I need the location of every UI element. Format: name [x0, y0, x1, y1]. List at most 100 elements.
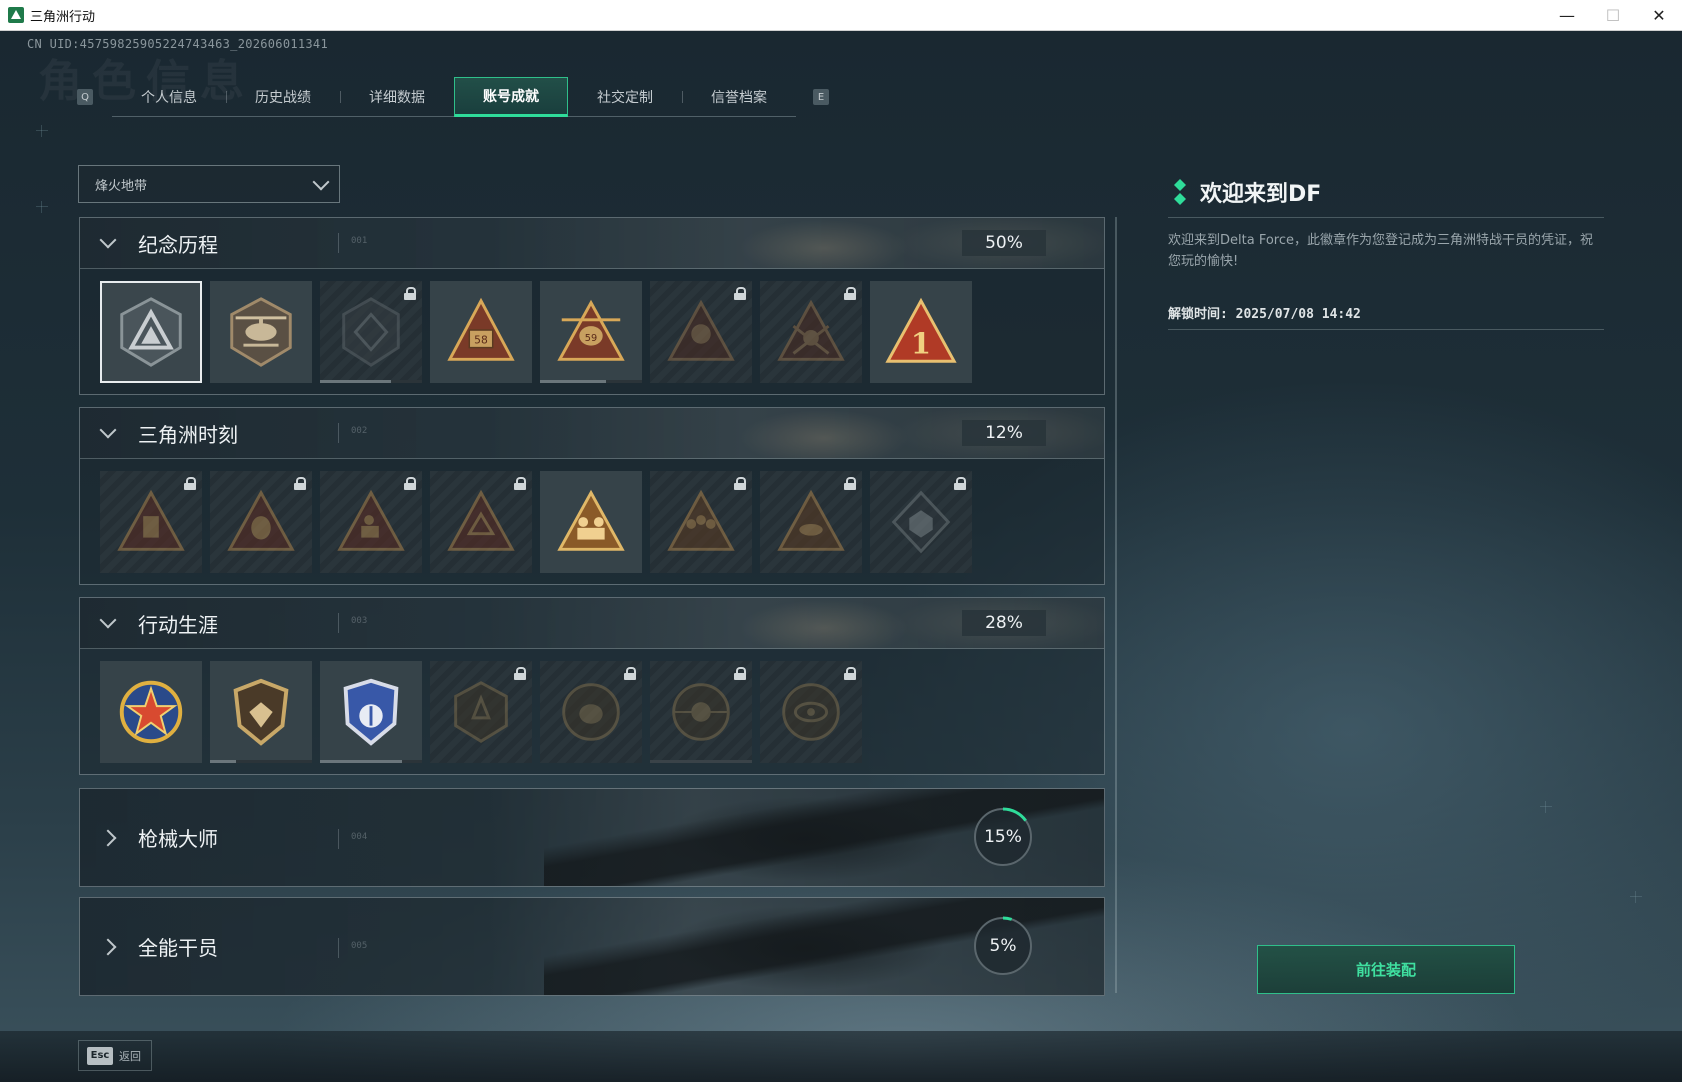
achievement-section-career: 行动生涯 003 28%: [79, 597, 1105, 775]
deco-crosshair: [1630, 891, 1642, 903]
lock-icon: [734, 667, 746, 680]
gold-shield-icon: [233, 678, 289, 746]
achievement-section-memorial: 纪念历程 001 50% 58 59 1: [79, 217, 1105, 395]
chevron-right-icon: [99, 938, 117, 955]
lock-icon: [734, 477, 746, 490]
bottom-bar: [0, 1031, 1682, 1082]
badge-1[interactable]: 1: [870, 281, 972, 383]
triangle-1-icon: 1: [885, 297, 957, 363]
diamond-cube-icon: [891, 490, 951, 554]
svg-text:59: 59: [585, 333, 597, 344]
lock-icon: [514, 667, 526, 680]
badge-59[interactable]: 59: [540, 281, 642, 383]
badge-locked[interactable]: [650, 281, 752, 383]
triangle-group-icon: [667, 489, 735, 551]
badge-locked[interactable]: [760, 661, 862, 763]
achievement-title: 欢迎来到DF: [1200, 182, 1322, 207]
game-viewport: 角色信息 CN UID:457598259052247434​63_202606…: [0, 31, 1682, 1082]
scrollbar[interactable]: [1115, 217, 1117, 993]
triangle-soldier-icon: [667, 299, 735, 361]
badge-locked[interactable]: [650, 471, 752, 573]
badge-locked[interactable]: [760, 281, 862, 383]
badge-locked[interactable]: [540, 661, 642, 763]
lock-icon: [844, 477, 856, 490]
triangle-hands-icon: [447, 489, 515, 551]
badge-shield-gold[interactable]: [210, 661, 312, 763]
badge-locked[interactable]: [760, 471, 862, 573]
badge-row: 58 59 1: [80, 269, 1104, 395]
badge-locked[interactable]: [320, 471, 422, 573]
section-percent: 28%: [962, 610, 1046, 636]
minimize-button[interactable]: —: [1544, 0, 1590, 31]
chevron-down-icon: [99, 611, 117, 629]
card-title: 枪械大师: [138, 827, 218, 851]
triangle-59-icon: 59: [557, 299, 625, 361]
badge-locked[interactable]: [320, 281, 422, 383]
badge-locked[interactable]: [430, 471, 532, 573]
badge-locked[interactable]: [430, 661, 532, 763]
badge-58[interactable]: 58: [430, 281, 532, 383]
card-number: 004: [351, 832, 368, 842]
back-button[interactable]: Esc 返回: [78, 1040, 152, 1071]
section-title: 行动生涯: [138, 612, 218, 637]
badge-shield-blue[interactable]: [320, 661, 422, 763]
svg-text:1: 1: [911, 326, 931, 360]
badge-helicopter[interactable]: [210, 281, 312, 383]
deco-crosshair: [36, 125, 48, 137]
badge-row: [80, 459, 1104, 585]
tab-prev-key[interactable]: Q: [77, 89, 93, 105]
achievement-card-all-round-operator[interactable]: 全能干员 005 5%: [79, 897, 1105, 996]
helicopter-icon: [230, 297, 292, 367]
badge-star-medal[interactable]: [100, 661, 202, 763]
achievement-description: 欢迎来到Delta Force，此徽章作为您登记成为三角洲特战干员的凭证，祝您玩…: [1168, 233, 1593, 269]
hex-emblem-icon: [342, 297, 400, 367]
player-uid: CN UID:457598259052247434​63_20260601134…: [27, 37, 328, 51]
card-percent: 15%: [984, 827, 1022, 847]
badge-locked[interactable]: [210, 471, 312, 573]
mode-dropdown[interactable]: 烽火地带: [78, 165, 340, 203]
lock-icon: [624, 667, 636, 680]
window-titlebar: 三角洲行动 — ☐ ✕: [0, 0, 1682, 31]
section-header[interactable]: 行动生涯 003 28%: [80, 598, 1104, 649]
badge-squad[interactable]: [540, 471, 642, 573]
unlock-time: 解锁时间: 2025/07/08 14:42: [1168, 307, 1361, 322]
lock-icon: [404, 477, 416, 490]
triangle-squad-icon: [557, 489, 625, 551]
badge-locked[interactable]: [100, 471, 202, 573]
achievement-section-delta-moments: 三角洲时刻 002 12%: [79, 407, 1105, 585]
chevron-down-icon: [99, 421, 117, 439]
deco-crosshair: [36, 201, 48, 213]
close-button[interactable]: ✕: [1636, 0, 1682, 31]
triangle-robot-icon: [117, 489, 185, 551]
blue-shield-icon: [343, 678, 399, 746]
card-number: 005: [351, 941, 368, 951]
tab-social-custom[interactable]: 社交定制: [568, 77, 682, 117]
triangle-kneel-icon: [337, 489, 405, 551]
section-header[interactable]: 三角洲时刻 002 12%: [80, 408, 1104, 459]
lock-icon: [844, 287, 856, 300]
section-number: 003: [351, 616, 368, 626]
lock-icon: [954, 477, 966, 490]
window-title: 三角洲行动: [30, 9, 96, 25]
lock-icon: [734, 287, 746, 300]
card-percent: 5%: [989, 936, 1017, 956]
back-label: 返回: [119, 1049, 141, 1063]
badge-locked[interactable]: [650, 661, 752, 763]
tab-next-key[interactable]: E: [813, 89, 829, 105]
section-header[interactable]: 纪念历程 001 50%: [80, 218, 1104, 269]
go-equip-button[interactable]: 前往装配: [1257, 945, 1515, 994]
lock-icon: [294, 477, 306, 490]
badge-locked[interactable]: [870, 471, 972, 573]
tab-personal-info[interactable]: 个人信息: [112, 77, 226, 117]
tab-detailed-data[interactable]: 详细数据: [340, 77, 454, 117]
triangle-fish-icon: [777, 489, 845, 551]
diamond-marker-icon: [1174, 179, 1186, 205]
tab-achievements[interactable]: 账号成就: [454, 77, 568, 117]
tab-match-history[interactable]: 历史战绩: [226, 77, 340, 117]
achievement-card-weapon-master[interactable]: 枪械大师 004 15%: [79, 788, 1105, 887]
window-controls: — ☐ ✕: [1544, 0, 1682, 31]
maximize-button[interactable]: ☐: [1590, 0, 1636, 31]
hex-star-icon: [454, 681, 508, 743]
badge-welcome-df[interactable]: [100, 281, 202, 383]
tab-credit-record[interactable]: 信誉档案: [682, 77, 796, 117]
